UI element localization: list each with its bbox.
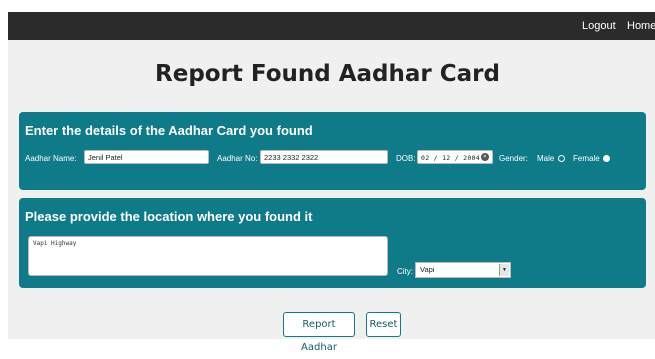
gender-label: Gender: — [499, 154, 528, 163]
aadhar-number-input[interactable]: 2233 2332 2322 — [260, 150, 388, 164]
clear-icon[interactable]: × — [481, 153, 489, 161]
details-panel-heading: Enter the details of the Aadhar Card you… — [25, 123, 313, 138]
aadhar-name-input[interactable]: Jenil Patel — [84, 150, 209, 164]
top-navbar: Logout Home — [8, 12, 655, 40]
dob-label: DOB: — [396, 154, 416, 163]
location-panel-heading: Please provide the location where you fo… — [25, 209, 313, 224]
location-panel: Please provide the location where you fo… — [19, 198, 646, 288]
logout-link[interactable]: Logout — [582, 12, 616, 40]
gender-male-radio[interactable] — [558, 155, 565, 162]
gender-male-label: Male — [537, 154, 555, 163]
aadhar-name-label: Aadhar Name: — [25, 154, 77, 163]
location-textarea[interactable]: Vapi Highway — [28, 236, 388, 276]
city-select[interactable]: Vapi ▼ — [415, 262, 511, 278]
home-link[interactable]: Home — [627, 12, 655, 40]
dob-value: 02 / 12 / 2004 — [421, 154, 480, 162]
report-aadhar-button[interactable]: Report Aadhar — [283, 312, 355, 353]
gender-female-label: Female — [573, 154, 600, 163]
city-label: City: — [397, 267, 413, 276]
city-selected-value: Vapi — [420, 265, 435, 274]
reset-button[interactable]: Reset — [366, 312, 401, 337]
chevron-down-icon: ▼ — [499, 264, 509, 276]
dob-date-input[interactable]: 02 / 12 / 2004 × — [417, 150, 493, 164]
aadhar-details-panel: Enter the details of the Aadhar Card you… — [19, 112, 646, 190]
aadhar-number-label: Aadhar No: — [217, 154, 258, 163]
page-title: Report Found Aadhar Card — [155, 61, 500, 87]
gender-female-radio[interactable] — [603, 155, 610, 162]
